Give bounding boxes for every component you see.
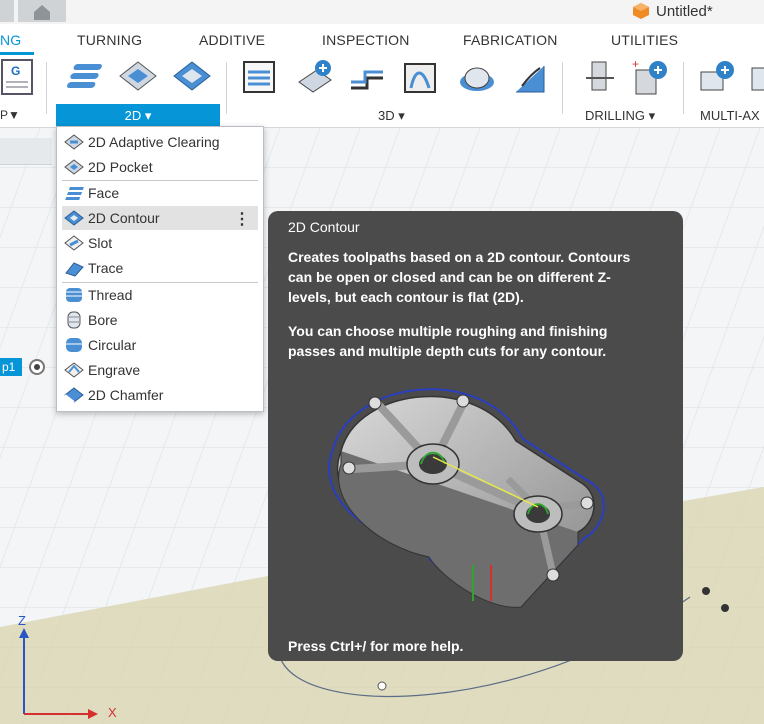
drill-icon[interactable]	[580, 58, 620, 98]
menu-item-label: 2D Adaptive Clearing	[88, 134, 220, 150]
3d-spiral-icon[interactable]	[510, 58, 550, 98]
menu-item-2d-pocket[interactable]: 2D Pocket	[62, 155, 258, 179]
group-3d-dropdown[interactable]: 3D ▾	[378, 108, 405, 124]
group-label-partial[interactable]: P▼	[0, 108, 20, 122]
menu-item-thread[interactable]: Thread	[62, 283, 258, 307]
home-tab[interactable]	[18, 0, 66, 22]
group-drilling-label: DRILLING	[585, 108, 645, 123]
tab-milling[interactable]: NG	[0, 32, 21, 48]
tooltip-title: 2D Contour	[288, 219, 360, 235]
circular-icon	[66, 338, 82, 352]
setup-icon[interactable]: G	[0, 58, 34, 98]
trace-icon	[65, 262, 84, 277]
menu-item-label: Thread	[88, 287, 133, 303]
window-tab[interactable]	[0, 0, 14, 22]
menu-item-label: Slot	[88, 235, 113, 251]
pocket-icon	[64, 159, 84, 175]
3d-adaptive-icon[interactable]	[240, 58, 280, 98]
menu-item-2d-contour[interactable]: 2D Contour ⋮	[62, 206, 258, 230]
menu-item-2d-chamfer[interactable]: 2D Chamfer	[62, 383, 258, 407]
contour-tool-icon[interactable]	[172, 58, 212, 98]
3d-parallel-icon[interactable]	[347, 58, 387, 98]
caret-down-icon: ▾	[644, 108, 656, 123]
more-options-icon[interactable]: ⋮	[234, 209, 250, 229]
menu-item-trace[interactable]: Trace	[62, 256, 258, 280]
home-icon	[34, 5, 50, 20]
menu-item-label: Trace	[88, 260, 124, 276]
menu-item-label: Face	[88, 185, 120, 201]
radio-toggle[interactable]	[29, 359, 45, 375]
active-tab-indicator	[0, 52, 34, 55]
separator	[683, 62, 684, 114]
menu-item-face[interactable]: Face	[62, 181, 258, 205]
menu-item-label: 2D Contour	[88, 210, 160, 226]
tooltip-description: Creates toolpaths based on a 2D contour.…	[288, 249, 631, 305]
contour-illustration	[328, 388, 605, 608]
chamfer-icon	[64, 387, 84, 403]
3d-scallop-icon[interactable]	[457, 58, 497, 98]
group-2d-label: 2D	[124, 108, 142, 123]
separator	[46, 62, 47, 114]
pocket-tool-icon[interactable]	[118, 58, 158, 98]
browser-panel-strip	[0, 138, 52, 165]
group-3d-label: 3D	[378, 108, 395, 123]
tooltip-description-2: You can choose multiple roughing and fin…	[288, 323, 608, 359]
3d-pocket-icon[interactable]	[295, 58, 335, 98]
title-bar: Untitled*	[0, 0, 764, 24]
2d-dropdown-menu: 2D Adaptive Clearing 2D Pocket Face 2D C…	[56, 126, 264, 412]
menu-item-label: Bore	[88, 312, 118, 328]
menu-item-bore[interactable]: Bore	[62, 308, 258, 332]
tab-turning[interactable]: TURNING	[77, 32, 142, 48]
caret-down-icon: ▾	[141, 107, 152, 123]
menu-item-label: Circular	[88, 337, 137, 353]
svg-text:G: G	[11, 64, 20, 78]
caret-down-icon: ▾	[394, 108, 405, 123]
sketch-point	[702, 587, 710, 595]
tooltip-help-hint: Press Ctrl+/ for more help.	[288, 638, 464, 654]
thread-icon	[66, 288, 82, 302]
bore-icon	[67, 311, 81, 329]
menu-item-slot[interactable]: Slot	[62, 231, 258, 255]
tab-additive[interactable]: ADDITIVE	[199, 32, 265, 48]
separator	[226, 62, 227, 114]
tool-tooltip: 2D Contour Creates toolpaths based on a …	[268, 211, 683, 661]
axis-triad	[19, 628, 98, 719]
menu-item-label: 2D Pocket	[88, 159, 153, 175]
selection-chip[interactable]: p1	[0, 358, 22, 376]
adaptive-clearing-tool-icon[interactable]	[65, 58, 105, 98]
menu-item-label: Engrave	[88, 362, 141, 378]
tab-utilities[interactable]: UTILITIES	[611, 32, 678, 48]
tab-fabrication[interactable]: FABRICATION	[463, 32, 558, 48]
adaptive-clearing-icon	[64, 134, 84, 150]
menu-item-2d-adaptive-clearing[interactable]: 2D Adaptive Clearing	[62, 130, 258, 154]
menu-item-engrave[interactable]: Engrave	[62, 358, 258, 382]
multi-axis-icon-2[interactable]	[748, 58, 764, 98]
menu-item-label: 2D Chamfer	[88, 387, 164, 403]
slot-icon	[64, 235, 84, 251]
document-title-text: Untitled*	[656, 2, 713, 20]
document-title[interactable]: Untitled*	[632, 0, 713, 22]
svg-text:+: +	[632, 58, 639, 71]
menu-item-circular[interactable]: Circular	[62, 333, 258, 357]
contour-icon	[64, 210, 84, 226]
tab-inspection[interactable]: INSPECTION	[322, 32, 410, 48]
group-multi-axis-label[interactable]: MULTI-AX	[700, 108, 760, 123]
multi-axis-icon[interactable]	[697, 58, 737, 98]
3d-contour-icon[interactable]	[401, 58, 441, 98]
engrave-icon	[64, 362, 84, 378]
face-icon	[65, 187, 84, 200]
sketch-point	[721, 604, 729, 612]
cube-icon	[633, 3, 649, 19]
group-2d-dropdown[interactable]: 2D ▾	[56, 104, 220, 127]
separator	[562, 62, 563, 114]
sketch-point	[377, 681, 387, 691]
group-drilling-dropdown[interactable]: DRILLING ▾	[585, 108, 655, 124]
ribbon: NG TURNING ADDITIVE INSPECTION FABRICATI…	[0, 24, 764, 128]
hole-recognition-icon[interactable]: +	[630, 57, 670, 98]
